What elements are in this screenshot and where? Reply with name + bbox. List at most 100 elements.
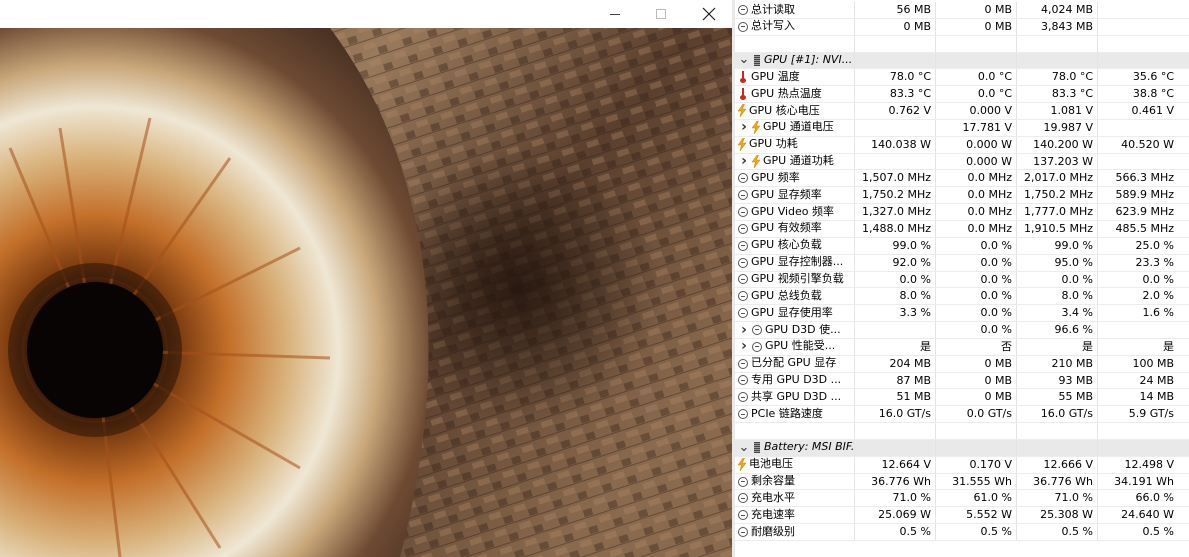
sensor-row[interactable]: GPU 温度 78.0 °C 0.0 °C 78.0 °C 35.6 °C — [735, 69, 1189, 87]
sensor-row[interactable]: 充电速率 25.069 W 5.552 W 25.308 W 24.640 W — [735, 507, 1189, 525]
avg-value: 1.6 % — [1142, 306, 1174, 320]
sensor-row[interactable]: GPU 热点温度 83.3 °C 0.0 °C 83.3 °C 38.8 °C — [735, 86, 1189, 104]
sensor-row[interactable]: GPU 核心电压 0.762 V 0.000 V 1.081 V 0.461 V — [735, 103, 1189, 120]
clock-icon — [738, 240, 748, 251]
sensor-name-cell: 剩余容量 — [735, 473, 855, 490]
min-value: 0.0 % — [936, 271, 1017, 288]
min-value: 0.0 % — [936, 237, 1017, 254]
sensor-row[interactable]: GPU 显存频率 1,750.2 MHz 0.0 MHz 1,750.2 MHz 589… — [735, 187, 1189, 205]
sensor-row[interactable]: GPU 显存使用率 3.3 % 0.0 % 3.4 % 1.6 % — [735, 305, 1189, 323]
avg-value: 35.6 °C — [1132, 70, 1174, 84]
sensor-name-cell: › GPU D3D 使... — [735, 322, 855, 338]
sensor-name-cell: GPU Video 频率 — [735, 204, 855, 220]
clock-icon — [738, 21, 748, 32]
sensor-row[interactable]: 已分配 GPU 显存 204 MB 0 MB 210 MB 100 MB — [735, 355, 1189, 373]
max-value: 3,843 MB — [1017, 18, 1098, 35]
min-value: 61.0 % — [936, 490, 1017, 507]
sensor-row[interactable]: GPU 有效频率 1,488.0 MHz 0.0 MHz 1,910.5 MHz 485… — [735, 220, 1189, 238]
chevron-down-icon[interactable]: ⌄ — [737, 441, 751, 454]
current-value — [855, 119, 936, 136]
sensor-row[interactable]: GPU 频率 1,507.0 MHz 0.0 MHz 2,017.0 MHz 566.3… — [735, 170, 1189, 188]
max-value: 1.081 V — [1017, 103, 1098, 119]
sensor-name-cell: GPU 核心电压 — [735, 103, 855, 119]
sensor-label: 已分配 GPU 显存 — [751, 356, 837, 370]
current-value: 36.776 Wh — [855, 473, 936, 490]
sensor-name-cell: GPU 核心负载 — [735, 237, 855, 254]
min-value: 0.000 W — [936, 136, 1017, 153]
avg-value: 34.191 Wh — [1114, 474, 1174, 488]
sensor-name-cell: ⌄ Battery: MSI BIF... — [735, 439, 855, 456]
sensor-rows: 总计读取 56 MB 0 MB 4,024 MB 总计写入 0 MB 0 MB 3,843 M… — [735, 2, 1189, 541]
sensor-row[interactable]: GPU 视频引擎负载 0.0 % 0.0 % 0.0 % 0.0 % — [735, 271, 1189, 289]
clock-icon — [738, 257, 748, 268]
sensor-label: GPU 显存控制器... — [751, 255, 844, 269]
sensor-label: Battery: MSI BIF... — [764, 440, 854, 454]
minimize-button[interactable] — [592, 0, 638, 28]
chevron-right-icon[interactable]: › — [737, 154, 751, 170]
sensor-row[interactable]: 共享 GPU D3D ... 51 MB 0 MB 55 MB 14 MB — [735, 389, 1189, 407]
sensor-group-row[interactable]: ⌄ Battery: MSI BIF... — [735, 439, 1189, 457]
max-value: 83.3 °C — [1017, 86, 1098, 103]
chevron-right-icon[interactable]: › — [737, 120, 751, 136]
current-value: 1,488.0 MHz — [855, 220, 936, 237]
current-value: 25.069 W — [855, 507, 936, 524]
sensor-row[interactable]: 专用 GPU D3D ... 87 MB 0 MB 93 MB 24 MB — [735, 372, 1189, 390]
max-value: 1,910.5 MHz — [1017, 220, 1098, 237]
clock-icon — [738, 308, 748, 319]
max-value: 99.0 % — [1017, 237, 1098, 254]
close-button[interactable] — [686, 0, 732, 28]
min-value: 0.0 % — [936, 305, 1017, 322]
sensor-row[interactable]: › GPU 性能受... 是否是是 — [735, 338, 1189, 356]
sensor-row[interactable]: › GPU 通道功耗 0.000 W 137.203 W — [735, 153, 1189, 171]
sensor-row[interactable]: 总计写入 0 MB 0 MB 3,843 MB — [735, 18, 1189, 36]
sensor-row[interactable]: GPU 显存控制器... 92.0 % 0.0 % 95.0 % 23.3 % — [735, 254, 1189, 272]
spacer-row — [735, 35, 1189, 53]
sensor-row[interactable]: 充电水平 71.0 % 61.0 % 71.0 % 66.0 % — [735, 490, 1189, 508]
avg-value: 485.5 MHz — [1115, 221, 1174, 235]
sensor-row[interactable]: 剩余容量 36.776 Wh 31.555 Wh 36.776 Wh 34.191 Wh — [735, 473, 1189, 491]
chevron-right-icon[interactable]: › — [737, 322, 751, 338]
sensor-name-cell: GPU 显存控制器... — [735, 254, 855, 271]
chevron-down-icon[interactable]: ⌄ — [737, 53, 751, 66]
sensor-row[interactable]: GPU Video 频率 1,327.0 MHz 0.0 MHz 1,777.0 MH… — [735, 204, 1189, 221]
sensor-label: GPU 总线负载 — [751, 288, 822, 302]
chip-icon — [754, 54, 760, 66]
bolt-icon — [737, 137, 747, 151]
min-value: 17.781 V — [936, 119, 1017, 136]
min-value: 否 — [936, 338, 1017, 355]
min-value: 0.0 % — [936, 322, 1017, 338]
clock-icon — [738, 291, 748, 302]
sensor-row[interactable]: PCIe 链路速度 16.0 GT/s 0.0 GT/s 16.0 GT/s 5.9 G… — [735, 406, 1189, 424]
sensor-row[interactable]: GPU 功耗 140.038 W 0.000 W 140.200 W 40.520 W — [735, 136, 1189, 154]
avg-value: 589.9 MHz — [1115, 188, 1174, 202]
min-value: 0 MB — [936, 355, 1017, 372]
bolt-icon — [737, 103, 747, 118]
empty-cell — [1098, 423, 1178, 439]
sensor-row[interactable]: GPU 核心负载 99.0 % 0.0 % 99.0 % 25.0 % — [735, 237, 1189, 255]
current-value: 83.3 °C — [855, 86, 936, 103]
empty-cell — [1098, 36, 1178, 52]
sensor-group-row[interactable]: ⌄ GPU [#1]: NVI... — [735, 52, 1189, 70]
max-value: 19.987 V — [1017, 119, 1098, 136]
sensor-row[interactable]: › GPU 通道电压 17.781 V 19.987 V — [735, 119, 1189, 137]
sensor-label: GPU 频率 — [751, 170, 800, 184]
sensor-row[interactable]: 电池电压 12.664 V 0.170 V 12.666 V 12.498 V — [735, 456, 1189, 474]
sensor-name-cell: GPU 显存使用率 — [735, 305, 855, 322]
sensor-row[interactable]: 耐磨级别 0.5 % 0.5 % 0.5 % 0.5 % — [735, 524, 1189, 541]
thermometer-icon — [737, 88, 749, 101]
avg-value: 是 — [1163, 339, 1174, 353]
sensor-row[interactable]: 总计读取 56 MB 0 MB 4,024 MB — [735, 2, 1189, 19]
sensor-label: GPU 热点温度 — [751, 86, 822, 100]
avg-value: 0.461 V — [1131, 104, 1174, 118]
sensor-row[interactable]: › GPU D3D 使... 0.0 % 96.6 % — [735, 322, 1189, 339]
current-value: 204 MB — [855, 355, 936, 372]
min-value: 0.5 % — [936, 524, 1017, 540]
avg-value: 0.0 % — [1142, 272, 1174, 286]
current-value: 0.0 % — [855, 271, 936, 288]
chevron-right-icon[interactable]: › — [737, 339, 751, 355]
max-value: 2,017.0 MHz — [1017, 170, 1098, 187]
sensor-label: GPU 核心电压 — [749, 103, 820, 117]
sensor-row[interactable]: GPU 总线负载 8.0 % 0.0 % 8.0 % 2.0 % — [735, 288, 1189, 306]
current-value: 3.3 % — [855, 305, 936, 322]
maximize-button[interactable] — [638, 0, 684, 28]
